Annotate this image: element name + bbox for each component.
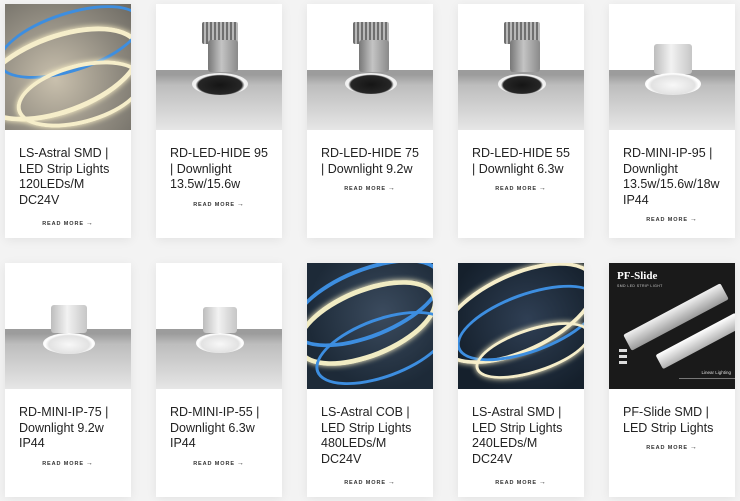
arrow-right-icon: →: [236, 200, 245, 208]
product-image-downlight[interactable]: [156, 263, 282, 389]
arrow-right-icon: →: [538, 479, 547, 486]
product-card[interactable]: PF-Slide SMD LED STRIP LIGHT Linear Ligh…: [609, 263, 735, 497]
product-image-downlight[interactable]: [609, 4, 735, 130]
product-image-downlight[interactable]: [307, 4, 433, 130]
product-card[interactable]: RD-LED-HIDE 95 | Downlight 13.5w/15.6w R…: [156, 4, 282, 238]
read-more-link[interactable]: READ MORE →: [5, 220, 131, 227]
arrow-right-icon: →: [85, 220, 94, 227]
product-image-led-strip[interactable]: [458, 263, 584, 389]
arrow-right-icon: →: [387, 479, 396, 486]
product-image-aluminium-profile[interactable]: PF-Slide SMD LED STRIP LIGHT Linear Ligh…: [609, 263, 735, 389]
product-title[interactable]: RD-LED-HIDE 55 | Downlight 6.3w: [458, 130, 584, 177]
read-more-link[interactable]: READ MORE →: [156, 201, 282, 208]
product-card[interactable]: RD-MINI-IP-95 | Downlight 13.5w/15.6w/18…: [609, 4, 735, 238]
product-title[interactable]: LS-Astral SMD | LED Strip Lights 120LEDs…: [5, 130, 131, 208]
product-title[interactable]: RD-MINI-IP-75 | Downlight 9.2w IP44: [5, 389, 131, 452]
product-title[interactable]: RD-LED-HIDE 95 | Downlight 13.5w/15.6w: [156, 130, 282, 193]
product-title[interactable]: PF-Slide SMD | LED Strip Lights: [609, 389, 735, 436]
arrow-right-icon: →: [236, 459, 245, 467]
read-more-link[interactable]: READ MORE →: [307, 185, 433, 192]
read-more-link[interactable]: READ MORE →: [307, 479, 433, 486]
product-grid: LS-Astral SMD | LED Strip Lights 120LEDs…: [0, 0, 740, 501]
read-more-link[interactable]: READ MORE →: [609, 444, 735, 451]
product-card[interactable]: RD-LED-HIDE 75 | Downlight 9.2w READ MOR…: [307, 4, 433, 238]
product-card[interactable]: RD-LED-HIDE 55 | Downlight 6.3w READ MOR…: [458, 4, 584, 238]
read-more-link[interactable]: READ MORE →: [156, 460, 282, 467]
product-image-downlight[interactable]: [458, 4, 584, 130]
product-card[interactable]: LS-Astral SMD | LED Strip Lights 240LEDs…: [458, 263, 584, 497]
arrow-right-icon: →: [689, 444, 698, 451]
product-title[interactable]: RD-LED-HIDE 75 | Downlight 9.2w: [307, 130, 433, 177]
product-card[interactable]: LS-Astral SMD | LED Strip Lights 120LEDs…: [5, 4, 131, 238]
arrow-right-icon: →: [387, 185, 396, 192]
arrow-right-icon: →: [689, 216, 698, 223]
read-more-link[interactable]: READ MORE →: [609, 216, 735, 223]
product-title[interactable]: LS-Astral COB | LED Strip Lights 480LEDs…: [307, 389, 433, 467]
product-title[interactable]: RD-MINI-IP-55 | Downlight 6.3w IP44: [156, 389, 282, 452]
product-card[interactable]: RD-MINI-IP-55 | Downlight 6.3w IP44 READ…: [156, 263, 282, 497]
arrow-right-icon: →: [85, 459, 94, 467]
image-title: PF-Slide: [617, 270, 658, 282]
product-title[interactable]: LS-Astral SMD | LED Strip Lights 240LEDs…: [458, 389, 584, 467]
arrow-right-icon: →: [538, 185, 547, 192]
image-subtitle: SMD LED STRIP LIGHT: [617, 284, 663, 288]
product-title[interactable]: RD-MINI-IP-95 | Downlight 13.5w/15.6w/18…: [609, 130, 735, 208]
read-more-link[interactable]: READ MORE →: [5, 460, 131, 467]
product-image-led-strip[interactable]: [5, 4, 131, 130]
image-footer: Linear Lighting: [701, 370, 731, 375]
product-card[interactable]: LS-Astral COB | LED Strip Lights 480LEDs…: [307, 263, 433, 497]
product-card[interactable]: RD-MINI-IP-75 | Downlight 9.2w IP44 READ…: [5, 263, 131, 497]
product-image-led-strip[interactable]: [307, 263, 433, 389]
product-image-downlight[interactable]: [156, 4, 282, 130]
read-more-link[interactable]: READ MORE →: [458, 479, 584, 486]
read-more-link[interactable]: READ MORE →: [458, 185, 584, 192]
product-image-downlight[interactable]: [5, 263, 131, 389]
